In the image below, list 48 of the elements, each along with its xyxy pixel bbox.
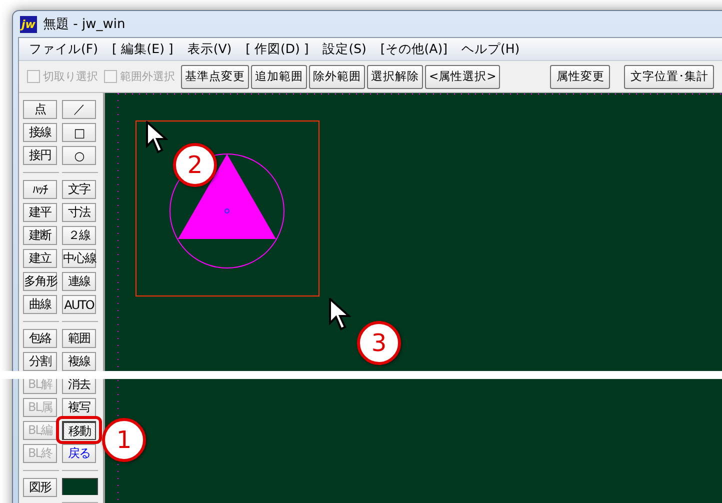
- tool-button[interactable]: ２線: [62, 226, 96, 245]
- toolbar-button[interactable]: 追加範囲: [251, 64, 307, 88]
- checkbox-label: 切取り選択: [43, 69, 98, 84]
- tool-button[interactable]: 建平: [23, 203, 57, 222]
- tool-button[interactable]: 寸法: [62, 203, 96, 222]
- tool-button[interactable]: 戻る: [62, 444, 96, 463]
- tool-button[interactable]: □: [62, 123, 96, 142]
- tool-button[interactable]: 多角形: [23, 272, 57, 291]
- tool-button[interactable]: ○: [62, 146, 96, 165]
- tool-button[interactable]: 点: [23, 100, 57, 119]
- cursor-icon: [329, 298, 351, 332]
- menu-item[interactable]: [ 作図(D) ]: [240, 40, 315, 58]
- tool-button[interactable]: 分割: [23, 352, 57, 371]
- tool-button[interactable]: 複線: [62, 352, 96, 371]
- tool-button[interactable]: 包絡: [23, 329, 57, 348]
- tool-button[interactable]: 連線: [62, 272, 96, 291]
- menu-item[interactable]: [ 編集(E) ]: [106, 40, 180, 58]
- tool-button[interactable]: 範囲: [62, 329, 96, 348]
- window-title: 無題 - jw_win: [43, 16, 126, 33]
- menu-item[interactable]: ヘルプ(H): [455, 40, 526, 58]
- toolbar-button[interactable]: <属性選択>: [425, 64, 500, 88]
- app-icon: jw: [20, 16, 37, 32]
- tool-button[interactable]: 中心線: [62, 249, 96, 268]
- tool-button[interactable]: AUTO: [62, 295, 96, 314]
- highlight-frame: [56, 416, 102, 444]
- menu-item[interactable]: 表示(V): [181, 40, 238, 58]
- toolbar-button[interactable]: 基準点変更: [181, 64, 249, 88]
- tool-button[interactable]: 移動: [62, 421, 96, 440]
- tool-button[interactable]: 文字: [62, 180, 96, 199]
- toolbar-button[interactable]: 選択解除: [367, 64, 423, 88]
- tool-button[interactable]: ﾊｯﾁ: [23, 180, 57, 199]
- tool-button[interactable]: ／: [62, 100, 96, 119]
- tool-button[interactable]: 図形: [23, 478, 57, 497]
- toolbar-button[interactable]: 除外範囲: [309, 64, 365, 88]
- tool-button[interactable]: 建立: [23, 249, 57, 268]
- tool-button[interactable]: 曲線: [23, 295, 57, 314]
- checkbox-label: 範囲外選択: [120, 69, 175, 84]
- toolbar-button[interactable]: 文字位置･集計: [624, 64, 714, 88]
- menu-item[interactable]: [その他(A)]: [374, 40, 454, 58]
- tool-button[interactable]: 建断: [23, 226, 57, 245]
- cursor-icon: [146, 121, 168, 155]
- tool-button[interactable]: 複写: [62, 398, 96, 417]
- toolbar-button[interactable]: 属性変更: [550, 64, 610, 88]
- menu-item[interactable]: ファイル(F): [23, 40, 104, 58]
- menu-item[interactable]: 設定(S): [316, 40, 372, 58]
- color-swatch[interactable]: [62, 478, 98, 495]
- tool-button[interactable]: 接円: [23, 146, 57, 165]
- tool-button[interactable]: 接線: [23, 123, 57, 142]
